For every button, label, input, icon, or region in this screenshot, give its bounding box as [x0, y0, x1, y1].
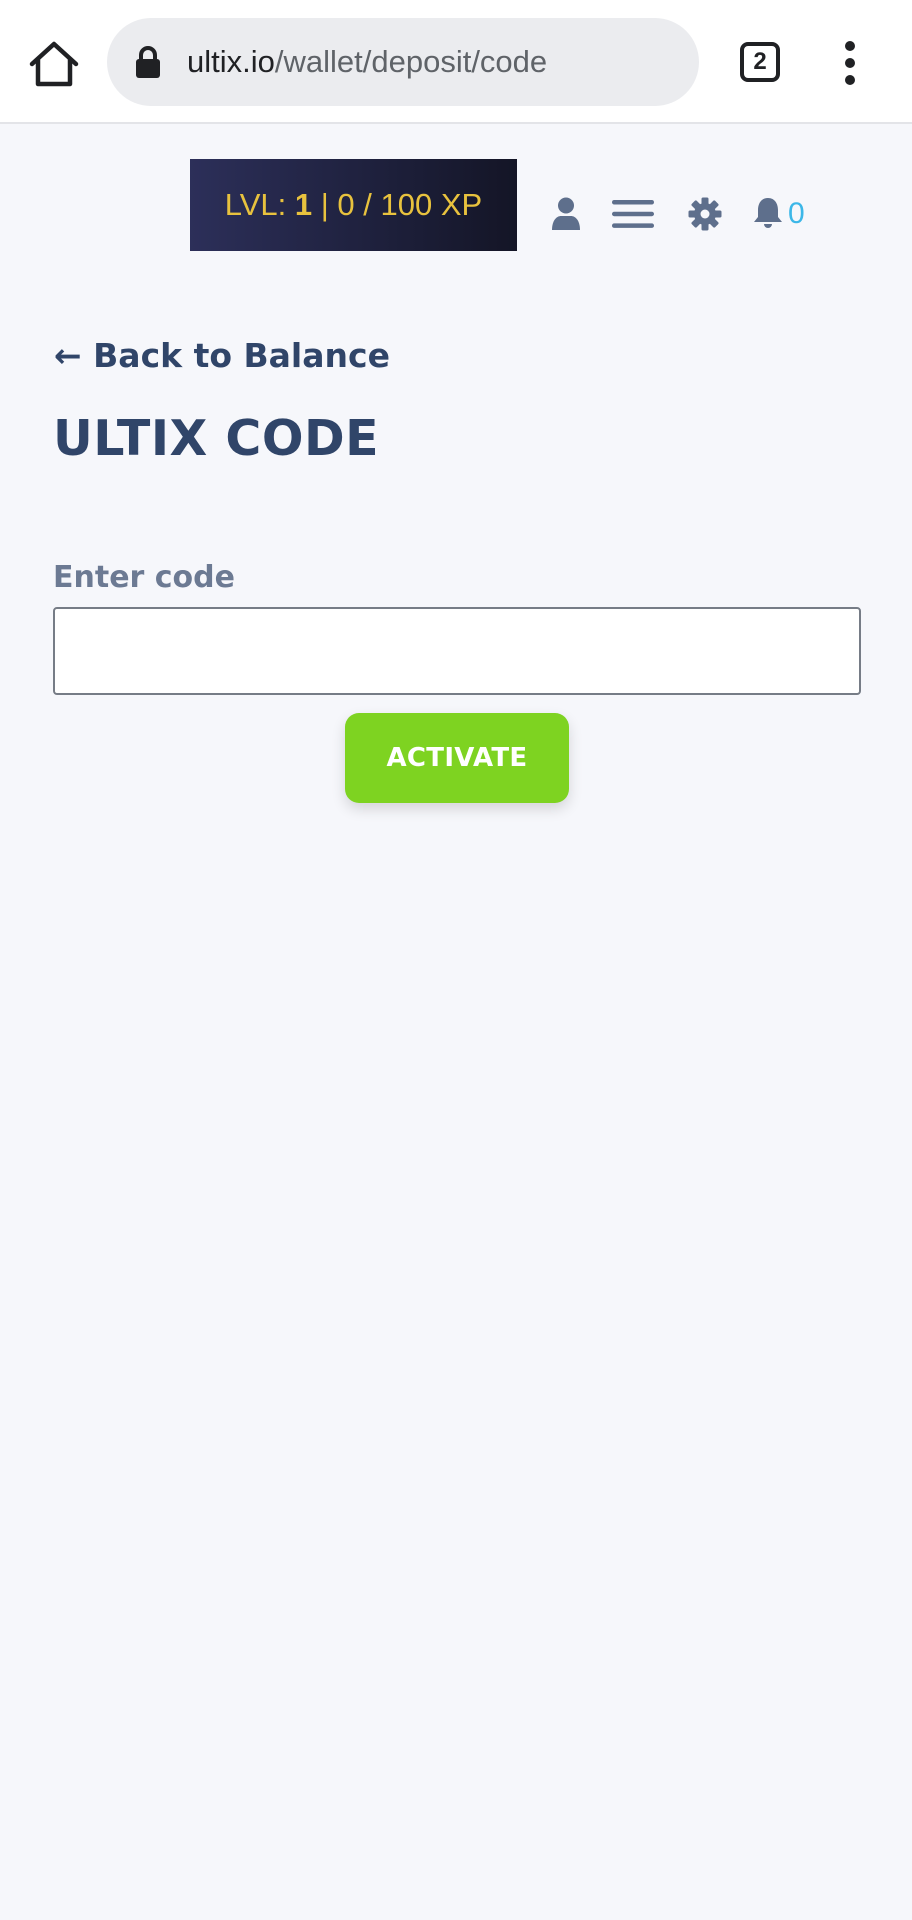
home-icon[interactable]	[28, 40, 80, 88]
level-badge[interactable]: LVL: 1 | 0 / 100 XP	[190, 159, 517, 251]
browser-toolbar: ultix.io/wallet/deposit/code 2	[0, 0, 912, 124]
url-host: ultix.io	[187, 44, 275, 79]
activate-button[interactable]: ACTIVATE	[345, 713, 569, 803]
code-field-label: Enter code	[53, 560, 235, 595]
tabs-button[interactable]: 2	[740, 42, 780, 82]
level-value: 1	[294, 187, 313, 222]
hamburger-icon[interactable]	[612, 199, 654, 229]
gear-icon[interactable]	[688, 197, 722, 231]
xp-progress-text: 0 / 100 XP	[337, 187, 483, 222]
page-title: ULTIX CODE	[53, 410, 380, 467]
url-path: /wallet/deposit/code	[274, 44, 548, 79]
back-arrow-icon: ←	[54, 336, 82, 375]
back-to-balance-link[interactable]: ← Back to Balance	[54, 336, 390, 375]
address-bar[interactable]: ultix.io/wallet/deposit/code	[107, 18, 699, 106]
tab-count: 2	[753, 48, 767, 75]
back-link-label: Back to Balance	[93, 336, 390, 375]
notification-count[interactable]: 0	[788, 194, 805, 234]
user-icon[interactable]	[551, 197, 581, 231]
more-vert-icon[interactable]	[838, 40, 862, 86]
url-text: ultix.io/wallet/deposit/code	[187, 18, 547, 106]
bell-icon[interactable]	[752, 196, 784, 230]
lock-icon	[136, 46, 160, 78]
code-input[interactable]	[53, 607, 861, 695]
level-separator: |	[312, 187, 338, 222]
level-label: LVL:	[224, 187, 295, 222]
